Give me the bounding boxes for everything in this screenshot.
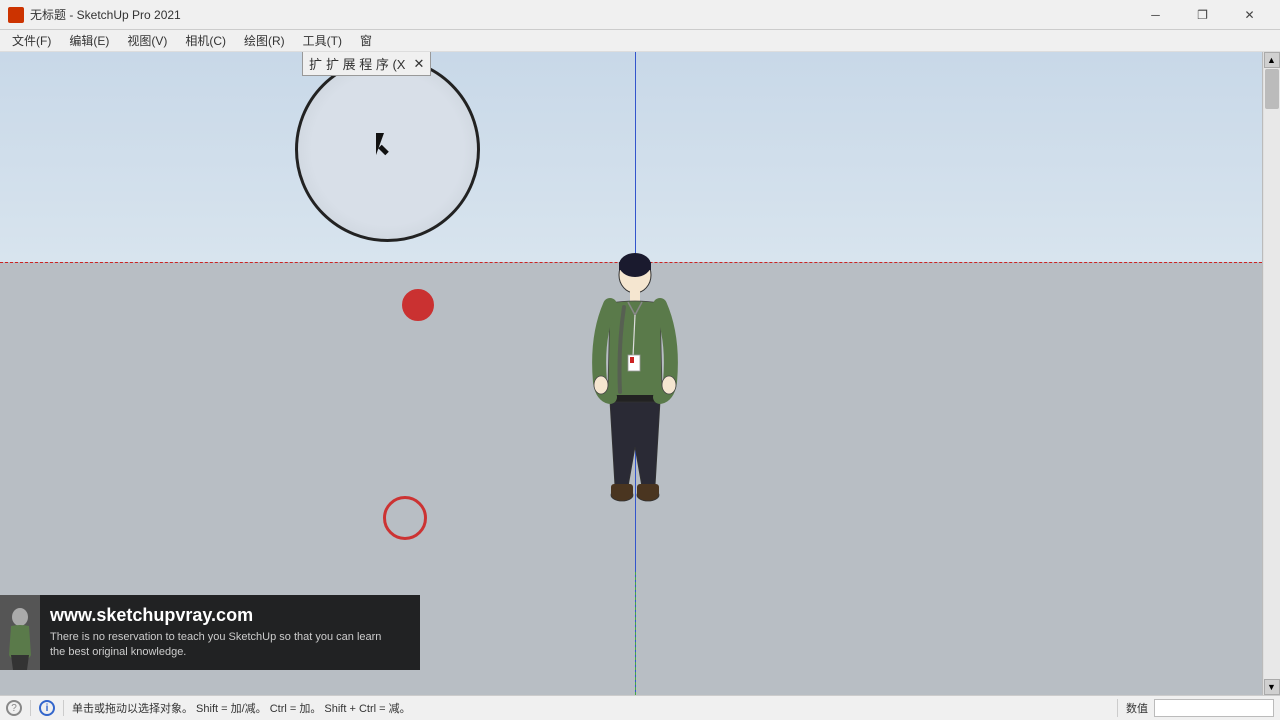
- close-button[interactable]: ✕: [1227, 0, 1272, 30]
- titlebar: 无标题 - SketchUp Pro 2021 ─ ❐ ✕: [0, 0, 1280, 30]
- red-marker-outline: [383, 496, 427, 540]
- menu-draw[interactable]: 绘图(R): [236, 30, 293, 51]
- axis-green: [635, 572, 636, 695]
- menu-view[interactable]: 视图(V): [119, 30, 175, 51]
- magnifier-circle: [295, 57, 480, 242]
- toolbar-popup-text: 扩 展 程 序 (X: [326, 54, 405, 73]
- cursor-icon: [376, 133, 396, 157]
- avatar-icon: [3, 605, 38, 670]
- scroll-up-button[interactable]: ▲: [1264, 52, 1280, 68]
- watermark-description: There is no reservation to teach you Ske…: [50, 630, 410, 661]
- human-figure: [590, 247, 680, 577]
- scroll-thumb[interactable]: [1265, 69, 1279, 109]
- restore-button[interactable]: ❐: [1180, 0, 1225, 30]
- menu-window[interactable]: 窗: [352, 30, 380, 51]
- minimize-button[interactable]: ─: [1133, 0, 1178, 30]
- value-label: 数值: [1126, 700, 1148, 716]
- menu-edit[interactable]: 编辑(E): [61, 30, 117, 51]
- statusbar: ? i 单击或拖动以选择对象。 Shift = 加/减。 Ctrl = 加。 S…: [0, 695, 1280, 720]
- menu-file[interactable]: 文件(F): [4, 30, 59, 51]
- help-icon[interactable]: ?: [6, 700, 22, 716]
- watermark-url: www.sketchupvray.com: [50, 605, 410, 626]
- menu-tools[interactable]: 工具(T): [295, 30, 350, 51]
- sky-background: [0, 52, 1262, 262]
- status-divider1: [30, 700, 31, 716]
- toolbar-popup: 扩 扩 展 程 序 (X ✕: [302, 52, 431, 76]
- human-svg: [590, 247, 680, 577]
- watermark-text-area: www.sketchupvray.com There is no reserva…: [40, 595, 420, 670]
- menubar: 文件(F) 编辑(E) 视图(V) 相机(C) 绘图(R) 工具(T) 窗: [0, 30, 1280, 52]
- status-right: 数值: [1117, 699, 1274, 717]
- info-icon[interactable]: i: [39, 700, 55, 716]
- toolbar-popup-icon: 扩: [309, 54, 322, 73]
- viewport[interactable]: 扩 扩 展 程 序 (X ✕: [0, 52, 1280, 695]
- titlebar-left: 无标题 - SketchUp Pro 2021: [8, 6, 181, 23]
- app-icon: [8, 7, 24, 23]
- titlebar-controls: ─ ❐ ✕: [1133, 0, 1272, 30]
- scroll-down-button[interactable]: ▼: [1264, 679, 1280, 695]
- menu-camera[interactable]: 相机(C): [177, 30, 234, 51]
- value-input[interactable]: [1154, 699, 1274, 717]
- status-message: 单击或拖动以选择对象。 Shift = 加/减。 Ctrl = 加。 Shift…: [72, 700, 1109, 716]
- scrollbar-right[interactable]: ▲ ▼: [1262, 52, 1280, 695]
- title-text: 无标题 - SketchUp Pro 2021: [30, 6, 181, 23]
- toolbar-popup-close[interactable]: ✕: [413, 56, 424, 72]
- watermark-avatar: [0, 595, 40, 670]
- watermark-banner: www.sketchupvray.com There is no reserva…: [0, 595, 420, 670]
- scroll-track: [1264, 68, 1280, 679]
- status-divider2: [63, 700, 64, 716]
- red-marker-filled: [402, 289, 434, 321]
